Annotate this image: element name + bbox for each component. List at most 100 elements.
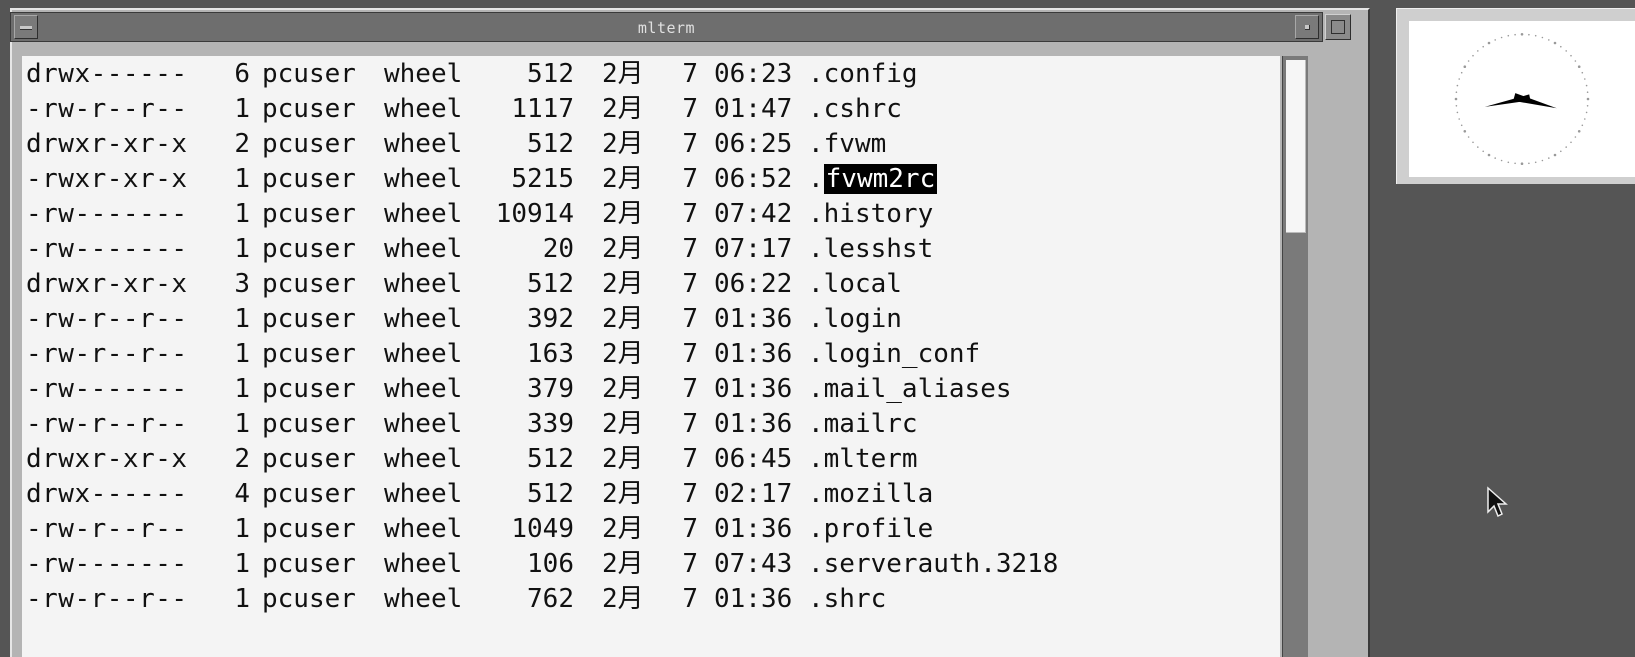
clock-tick xyxy=(1541,36,1544,39)
file-name[interactable]: .mailrc xyxy=(808,410,918,438)
file-size: 512 xyxy=(527,479,574,509)
terminal-row: -rw------- 1 pcuser wheel 10914 2月 7 07:42 .hist… xyxy=(22,196,1280,231)
clock-tick xyxy=(1534,161,1537,164)
file-owner: pcuser xyxy=(262,549,356,579)
file-name-text: fvwm xyxy=(823,129,887,159)
file-time: 01:36 xyxy=(714,304,793,334)
file-name[interactable]: .lesshst xyxy=(808,235,933,263)
file-name-text: local xyxy=(823,269,902,299)
file-name-text: history xyxy=(823,199,934,229)
clock-tick xyxy=(1565,50,1567,52)
file-day: 7 xyxy=(682,129,698,159)
file-link-count: 1 xyxy=(234,514,250,544)
file-name-text: shrc xyxy=(823,584,887,614)
clock-tick xyxy=(1570,141,1572,144)
file-name[interactable]: .mozilla xyxy=(808,480,933,508)
file-name[interactable]: .fvwm xyxy=(808,130,886,158)
clock-tick xyxy=(1460,71,1463,74)
clock-tick xyxy=(1560,45,1562,48)
clock-tick xyxy=(1574,60,1577,62)
clock-tick xyxy=(1584,78,1586,80)
file-size: 10914 xyxy=(495,199,574,229)
clock-face xyxy=(1409,21,1635,177)
terminal-row: -rw------- 1 pcuser wheel 379 2月 7 01:36 .mail_a… xyxy=(22,371,1280,406)
file-day: 7 xyxy=(682,374,698,404)
file-time: 02:17 xyxy=(714,479,793,509)
file-name-text: profile xyxy=(823,514,934,544)
file-name[interactable]: .shrc xyxy=(808,585,886,613)
file-owner: pcuser xyxy=(262,164,356,194)
file-month: 2月 xyxy=(602,374,644,404)
file-name-text: mozilla xyxy=(823,479,934,509)
file-group: wheel xyxy=(384,444,463,474)
file-name-text: mailrc xyxy=(823,409,918,439)
file-link-count: 3 xyxy=(234,269,250,299)
file-group: wheel xyxy=(384,374,463,404)
file-name[interactable]: .login xyxy=(808,305,902,333)
file-name-prefix: . xyxy=(808,514,824,544)
file-name[interactable]: .cshrc xyxy=(808,95,902,123)
file-month: 2月 xyxy=(602,199,644,229)
file-time: 01:36 xyxy=(714,514,793,544)
file-month: 2月 xyxy=(602,234,644,264)
clock-tick xyxy=(1458,78,1460,80)
clock-tick xyxy=(1586,97,1590,101)
file-name[interactable]: .profile xyxy=(808,515,933,543)
terminal-row: -rw-r--r-- 1 pcuser wheel 762 2月 7 01:36 .shrc xyxy=(22,581,1280,616)
file-group: wheel xyxy=(384,409,463,439)
iconify-icon[interactable] xyxy=(1295,15,1319,39)
file-name[interactable]: .mlterm xyxy=(808,445,918,473)
file-name[interactable]: .config xyxy=(808,60,918,88)
file-name[interactable]: .login_conf xyxy=(808,340,980,368)
terminal-row: -rw-r--r-- 1 pcuser wheel 163 2月 7 01:36 .login_… xyxy=(22,336,1280,371)
file-day: 7 xyxy=(682,584,698,614)
file-name[interactable]: .local xyxy=(808,270,902,298)
file-name[interactable]: .serverauth.3218 xyxy=(808,550,1058,578)
file-month: 2月 xyxy=(602,129,644,159)
clock-tick xyxy=(1455,105,1458,107)
file-name[interactable]: .history xyxy=(808,200,933,228)
terminal-output[interactable]: drwx------ 6 pcuser wheel 512 2月 7 06:23 .config… xyxy=(22,56,1280,657)
file-size: 379 xyxy=(527,374,574,404)
clock-tick xyxy=(1458,118,1460,120)
file-name-prefix: . xyxy=(808,549,824,579)
scrollbar-thumb[interactable] xyxy=(1286,60,1306,233)
file-link-count: 6 xyxy=(234,59,250,89)
clock-tick xyxy=(1570,54,1572,57)
file-month: 2月 xyxy=(602,94,644,124)
file-month: 2月 xyxy=(602,339,644,369)
analog-clock-icon xyxy=(1454,33,1590,165)
file-name-prefix: . xyxy=(808,374,824,404)
file-link-count: 1 xyxy=(234,304,250,334)
file-time: 01:36 xyxy=(714,374,793,404)
window-titlebar[interactable]: mlterm xyxy=(10,12,1323,42)
file-name-prefix: . xyxy=(808,199,824,229)
file-name-text: cshrc xyxy=(823,94,902,124)
file-day: 7 xyxy=(682,199,698,229)
file-day: 7 xyxy=(682,164,698,194)
clock-tick xyxy=(1487,41,1491,45)
clock-tick xyxy=(1482,45,1484,48)
file-month: 2月 xyxy=(602,549,644,579)
clock-tick xyxy=(1500,36,1503,39)
file-permissions: -rw-r--r-- xyxy=(26,94,188,124)
clock-tick xyxy=(1507,34,1510,37)
file-size: 163 xyxy=(527,339,574,369)
file-group: wheel xyxy=(384,59,463,89)
file-size: 1117 xyxy=(511,94,574,124)
terminal-row: -rwxr-xr-x 1 pcuser wheel 5215 2月 7 06:52 .fvwm2… xyxy=(22,161,1280,196)
file-group: wheel xyxy=(384,549,463,579)
clock-tick xyxy=(1548,157,1550,159)
file-link-count: 1 xyxy=(234,94,250,124)
clock-tick xyxy=(1514,33,1516,36)
file-name-prefix: . xyxy=(808,409,824,439)
maximize-icon[interactable] xyxy=(1325,14,1351,40)
terminal-row: drwxr-xr-x 2 pcuser wheel 512 2月 7 06:25 .fvwm xyxy=(22,126,1280,161)
file-name[interactable]: .fvwm2rc xyxy=(808,164,938,194)
file-name-prefix: . xyxy=(808,444,824,474)
file-size: 762 xyxy=(527,584,574,614)
file-name[interactable]: .mail_aliases xyxy=(808,375,1012,403)
clock-tick xyxy=(1494,157,1496,159)
file-day: 7 xyxy=(682,94,698,124)
terminal-scrollbar[interactable] xyxy=(1282,56,1308,657)
